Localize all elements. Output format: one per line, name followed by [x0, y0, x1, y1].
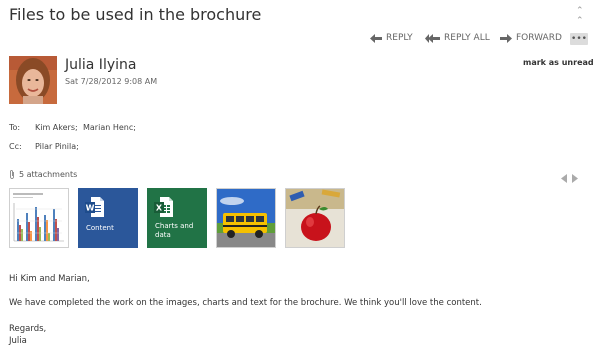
attachment-school-bus-image[interactable]: [216, 188, 276, 248]
previous-attachment-icon[interactable]: [561, 168, 568, 187]
reply-button[interactable]: REPLY: [370, 33, 413, 43]
forward-arrow-icon: [500, 33, 512, 43]
word-document-icon: W: [85, 197, 104, 217]
reply-label: REPLY: [386, 33, 413, 43]
body-signature: Julia: [9, 336, 27, 346]
mark-as-unread-link[interactable]: mark as unread: [523, 58, 594, 67]
to-label: To:: [9, 123, 21, 132]
reply-all-label: REPLY ALL: [444, 33, 490, 43]
next-attachment-icon[interactable]: [571, 168, 578, 187]
reply-arrow-icon: [370, 33, 382, 43]
attachment-apple-image[interactable]: [285, 188, 345, 248]
more-actions-button[interactable]: •••: [570, 33, 588, 45]
attachments-count: 5 attachments: [9, 170, 77, 179]
attachments-count-label: 5 attachments: [19, 170, 78, 179]
attachment-chart-image[interactable]: [9, 188, 69, 248]
avatar: [9, 56, 57, 104]
recipient-kim-akers[interactable]: Kim Akers;: [35, 123, 78, 132]
reply-all-button[interactable]: REPLY ALL: [425, 33, 490, 43]
body-regards: Regards,: [9, 324, 47, 334]
body-paragraph: We have completed the work on the images…: [9, 298, 482, 308]
chart-thumbnail-icon: [13, 193, 64, 242]
paperclip-icon: [10, 170, 14, 179]
school-bus-thumbnail-icon: [217, 189, 275, 247]
word-attachment-label: Content: [86, 224, 114, 232]
forward-label: FORWARD: [516, 33, 562, 43]
svg-text:X: X: [156, 204, 163, 213]
forward-button[interactable]: FORWARD: [500, 33, 562, 43]
sender-name[interactable]: Julia Ilyina: [65, 57, 136, 73]
collapse-icon[interactable]: ⌃ ⌃: [576, 6, 584, 26]
reply-all-arrow-icon: [425, 33, 440, 43]
recipient-pilar-pinila[interactable]: Pilar Pinila;: [35, 142, 79, 151]
recipient-marian-henc[interactable]: Marian Henc;: [83, 123, 136, 132]
attachment-word-document[interactable]: W Content: [78, 188, 138, 248]
message-subject: Files to be used in the brochure: [9, 5, 262, 24]
svg-text:W: W: [86, 204, 95, 213]
apple-thumbnail-icon: [286, 189, 344, 247]
excel-attachment-label: Charts and data: [155, 222, 194, 239]
attachment-excel-workbook[interactable]: X Charts and data: [147, 188, 207, 248]
sent-date: Sat 7/28/2012 9:08 AM: [65, 77, 158, 86]
more-icon: •••: [571, 34, 587, 44]
excel-workbook-icon: X: [154, 197, 173, 217]
body-greeting: Hi Kim and Marian,: [9, 274, 90, 284]
cc-label: Cc:: [9, 142, 22, 151]
